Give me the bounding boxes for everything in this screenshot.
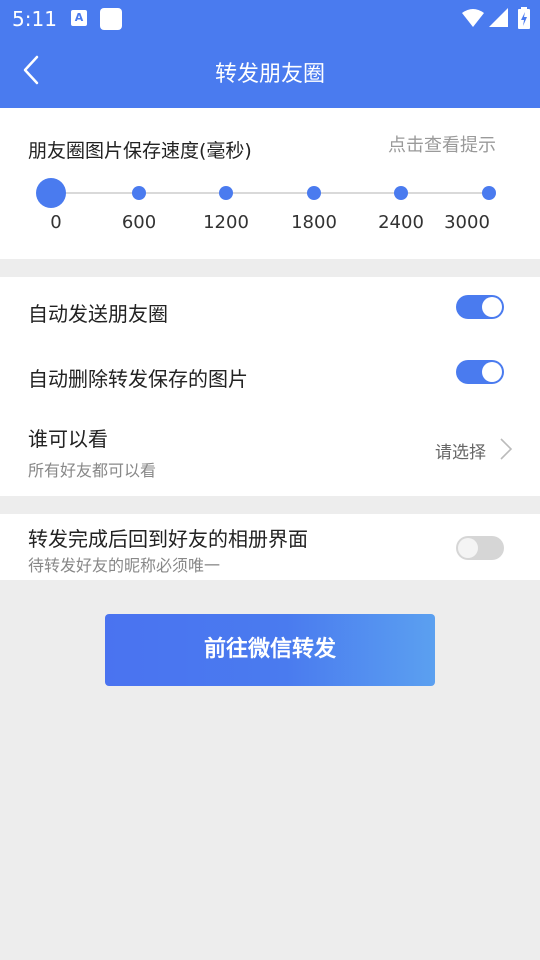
battery-charging-icon xyxy=(518,7,530,29)
return-to-album-sub: 待转发好友的昵称必须唯一 xyxy=(28,556,221,575)
toggle-knob xyxy=(458,538,478,558)
auto-send-label: 自动发送朋友圈 xyxy=(28,302,168,326)
auto-delete-toggle[interactable] xyxy=(456,360,504,384)
return-card: 转发完成后回到好友的相册界面 待转发好友的昵称必须唯一 xyxy=(0,514,540,580)
view-hint-link[interactable]: 点击查看提示 xyxy=(388,131,496,157)
speed-tick-label: 1800 xyxy=(291,212,337,233)
status-bar: 5:11 A xyxy=(0,0,540,36)
signal-icon xyxy=(489,8,508,27)
speed-tick-label: 600 xyxy=(121,212,157,233)
auto-send-toggle[interactable] xyxy=(456,295,504,319)
speed-slider-thumb[interactable] xyxy=(36,178,66,208)
visibility-select[interactable]: 请选择 xyxy=(435,438,486,463)
speed-card: 朋友圈图片保存速度(毫秒) 点击查看提示 0 600 1200 1800 2400 300… xyxy=(0,108,540,259)
speed-slider-stop[interactable] xyxy=(219,186,233,200)
page-title: 转发朋友圈 xyxy=(214,62,325,87)
accessibility-notification-icon: A xyxy=(71,10,87,26)
auto-delete-label: 自动删除转发保存的图片 xyxy=(28,367,248,391)
speed-tick-label: 0 xyxy=(50,212,62,233)
notification-square-icon xyxy=(100,8,122,30)
speed-slider-stop[interactable] xyxy=(394,186,408,200)
visibility-sub: 所有好友都可以看 xyxy=(28,461,157,480)
chevron-right-icon[interactable] xyxy=(499,437,513,461)
return-to-album-toggle[interactable] xyxy=(456,536,504,560)
speed-slider-stop[interactable] xyxy=(482,186,496,200)
speed-slider-track[interactable] xyxy=(51,192,489,194)
speed-tick-label: 1200 xyxy=(203,212,249,233)
speed-slider-stop[interactable] xyxy=(307,186,321,200)
speed-slider-stop[interactable] xyxy=(132,186,146,200)
status-time: 5:11 xyxy=(12,7,57,31)
speed-tick-label: 3000 xyxy=(444,212,490,233)
speed-label: 朋友圈图片保存速度(毫秒) xyxy=(28,140,252,162)
toggle-knob xyxy=(482,297,502,317)
return-to-album-label: 转发完成后回到好友的相册界面 xyxy=(28,527,308,551)
visibility-label: 谁可以看 xyxy=(28,427,108,451)
settings-card: 自动发送朋友圈 自动删除转发保存的图片 谁可以看 所有好友都可以看 请选择 xyxy=(0,277,540,496)
toggle-knob xyxy=(482,362,502,382)
wifi-icon xyxy=(462,9,484,27)
go-wechat-forward-button[interactable]: 前往微信转发 xyxy=(105,614,435,686)
app-header: 5:11 A 转发朋友圈 xyxy=(0,0,540,108)
